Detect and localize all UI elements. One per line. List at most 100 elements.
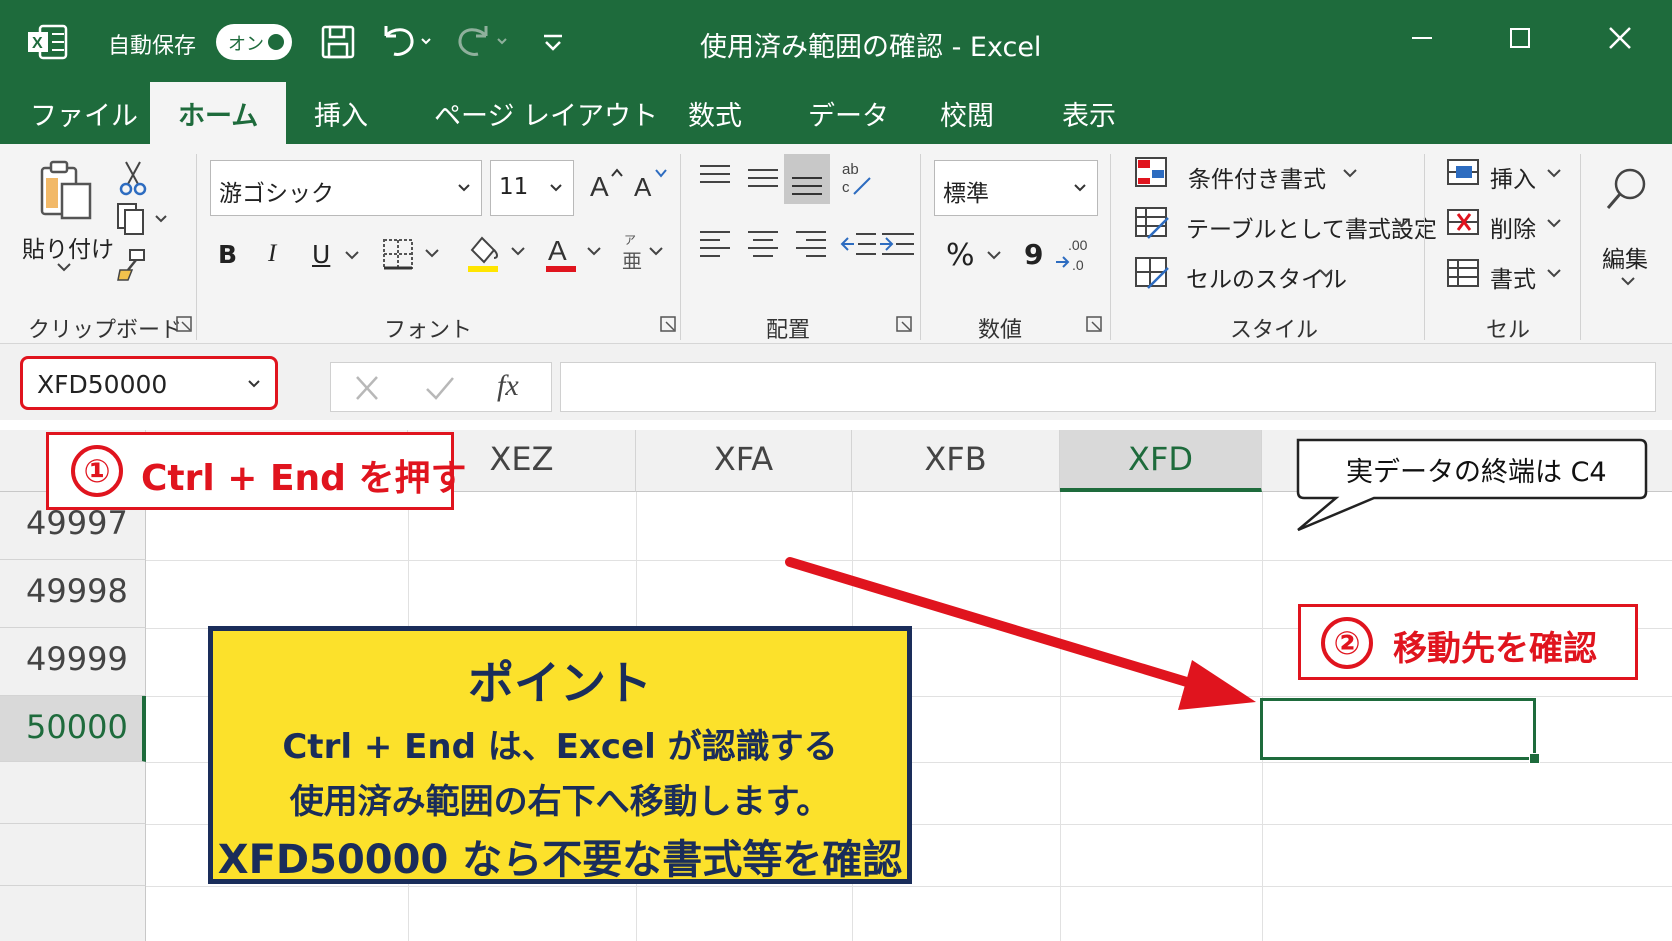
decrease-indent-icon[interactable] [840,226,880,262]
row-header[interactable] [0,762,146,824]
tab-review[interactable]: 校閲 [940,94,994,133]
tab-file[interactable]: ファイル [30,94,138,133]
number-launcher-icon[interactable] [1086,316,1102,332]
italic-button[interactable]: I [268,240,276,268]
insert-cells-label[interactable]: 挿入 [1490,160,1536,194]
insert-cells-icon[interactable] [1446,156,1482,190]
font-size-value: 11 [499,174,529,200]
alignment-launcher-icon[interactable] [896,316,912,332]
row-header-49998[interactable]: 49998 [0,560,146,628]
clipboard-launcher-icon[interactable] [176,316,192,332]
close-icon[interactable] [1598,20,1642,60]
chevron-down-icon[interactable] [1546,166,1562,180]
minimize-icon[interactable] [1400,20,1444,60]
enter-icon[interactable] [425,375,455,401]
format-cells-icon[interactable] [1446,256,1482,290]
step1-number: ① [71,445,123,497]
cancel-icon[interactable] [353,375,381,401]
conditional-formatting-icon[interactable] [1134,156,1170,190]
format-cells-label[interactable]: 書式 [1490,260,1536,294]
borders-icon[interactable] [382,236,446,272]
format-painter-icon[interactable] [116,248,148,282]
align-center-icon[interactable] [744,226,784,262]
bottom-align-selected[interactable] [784,154,830,204]
decrease-font-size-icon[interactable]: A [632,166,668,202]
separator [1424,154,1425,340]
increase-decimal-icon[interactable]: .00 .0 [1054,234,1094,276]
row-header-50000[interactable]: 50000 [0,696,146,762]
middle-align-icon[interactable] [744,158,784,194]
column-header-xfb[interactable]: XFB [852,430,1060,492]
orientation-icon[interactable]: ab c [840,158,880,198]
phonetic-guide-icon[interactable]: ア 亜 [620,230,670,274]
active-cell-xfd50000[interactable] [1260,698,1540,764]
paste-icon[interactable] [38,160,94,222]
autosave-toggle[interactable]: オン [216,24,292,60]
chevron-down-icon[interactable] [986,248,1002,262]
clipboard-group-label: クリップボード [28,318,183,343]
row-header-49999[interactable]: 49999 [0,628,146,696]
save-icon[interactable] [318,22,358,62]
font-size-combo[interactable]: 11 [490,160,574,216]
chevron-down-icon[interactable] [1394,216,1410,230]
comma-style-button[interactable]: 9 [1024,238,1043,271]
tab-home[interactable]: ホーム [150,82,287,144]
tab-view[interactable]: 表示 [1062,94,1116,133]
top-align-icon[interactable] [696,158,736,194]
fill-handle[interactable] [1529,753,1540,764]
row-header[interactable] [0,886,146,941]
column-header-xfd[interactable]: XFD [1060,430,1262,492]
underline-button[interactable]: U [312,240,330,269]
delete-cells-icon[interactable] [1446,206,1482,240]
percent-style-button[interactable]: % [946,238,975,273]
editing-label[interactable]: 編集 [1602,240,1648,274]
font-name-combo[interactable]: 游ゴシック [210,160,482,216]
name-box[interactable]: XFD50000 [20,356,278,410]
insert-function-button[interactable]: fx [497,369,519,403]
chevron-down-icon[interactable] [344,248,360,262]
number-format-combo[interactable]: 標準 [934,160,1098,216]
column-header-xfa[interactable]: XFA [636,430,852,492]
chevron-down-icon[interactable] [1342,166,1358,180]
align-right-icon[interactable] [792,226,832,262]
increase-indent-icon[interactable] [878,226,918,262]
customize-qat-icon[interactable] [538,22,568,62]
font-color-icon[interactable]: A [542,232,612,274]
formula-input[interactable] [560,362,1656,412]
autosave-state: オン [228,34,264,55]
cell-styles-icon[interactable] [1134,256,1170,290]
number-group-label: 数値 [978,318,1023,343]
conditional-formatting-label[interactable]: 条件付き書式 [1188,160,1326,194]
point-title: ポイント [468,656,652,710]
align-left-icon[interactable] [696,226,736,262]
tab-formulas[interactable]: 数式 [688,94,742,133]
chevron-down-icon[interactable] [1546,216,1562,230]
redo-icon[interactable] [456,22,514,62]
row-header[interactable] [0,824,146,886]
tab-insert[interactable]: 挿入 [314,94,368,133]
tab-data[interactable]: データ [808,94,889,133]
chevron-down-icon[interactable] [1620,274,1636,288]
search-icon[interactable] [1604,166,1650,216]
chevron-down-icon[interactable] [1546,266,1562,280]
bold-button[interactable]: B [218,240,237,269]
fill-color-icon[interactable] [464,232,536,274]
excel-window: X 自動保存 オン 使用済み範囲の確認 - Excel ファイル ホーム 挿入 … [0,0,1672,941]
svg-text:A: A [590,171,609,202]
tab-page-layout[interactable]: ページ レイアウト [434,94,658,133]
increase-font-size-icon[interactable]: A [588,166,624,202]
undo-icon[interactable] [378,22,436,62]
paste-dropdown-icon[interactable] [56,260,72,274]
paste-label[interactable]: 貼り付け [22,230,114,264]
maximize-icon[interactable] [1498,20,1542,60]
format-as-table-icon[interactable] [1134,206,1170,240]
svg-text:A: A [548,235,567,266]
delete-cells-label[interactable]: 削除 [1490,210,1536,244]
document-title: 使用済み範囲の確認 - Excel [700,32,1042,63]
chevron-down-icon[interactable] [1318,266,1334,280]
cut-icon[interactable] [118,160,148,196]
font-launcher-icon[interactable] [660,316,676,332]
separator [680,154,681,340]
number-format-value: 標準 [943,181,989,207]
copy-icon[interactable] [116,202,176,236]
